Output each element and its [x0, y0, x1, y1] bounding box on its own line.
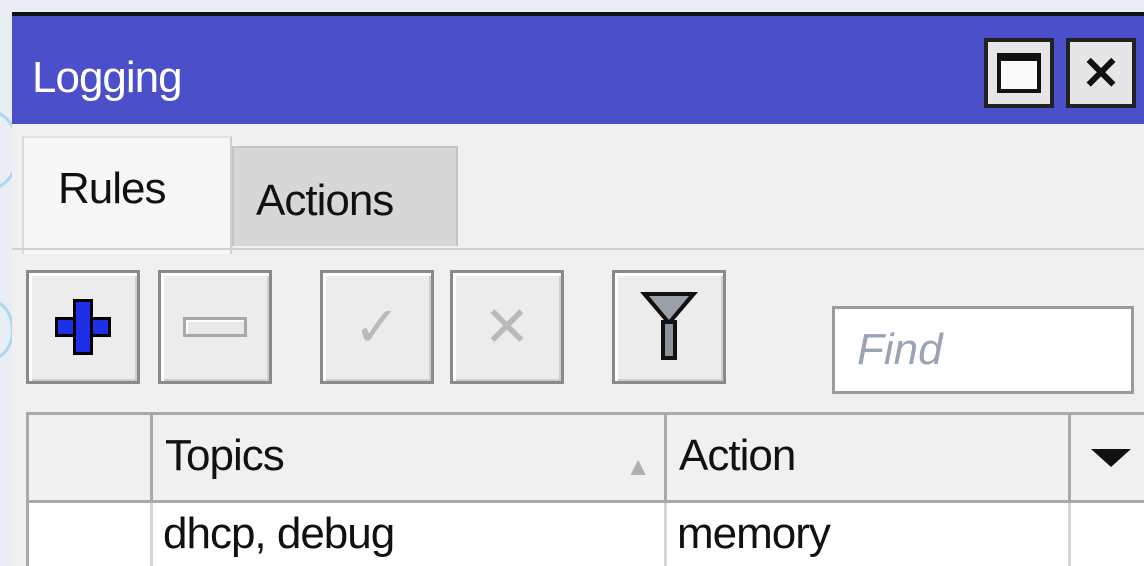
tab-bar: Rules Actions — [12, 124, 1144, 254]
logging-window: Logging ✕ Rules Actions ✓ ✕ Find Topics … — [12, 12, 1144, 566]
title-bar[interactable]: Logging ✕ — [12, 16, 1144, 124]
funnel-icon — [640, 292, 698, 362]
plus-icon — [55, 299, 111, 355]
column-menu-button[interactable] — [1071, 415, 1144, 500]
column-header-select[interactable] — [29, 415, 153, 500]
row-action-cell: memory — [667, 503, 1071, 566]
find-input[interactable] — [832, 306, 1134, 394]
disable-button[interactable]: ✕ — [450, 270, 564, 384]
add-button[interactable] — [26, 270, 140, 384]
remove-button[interactable] — [158, 270, 272, 384]
maximize-button[interactable] — [984, 38, 1054, 108]
minus-icon — [183, 317, 247, 337]
row-select-cell[interactable] — [29, 503, 153, 566]
row-topics-cell: dhcp, debug — [153, 503, 667, 566]
dropdown-arrow-icon — [1091, 449, 1131, 467]
column-header-topics[interactable]: Topics ▲ — [153, 415, 667, 500]
tab-actions-label: Actions — [256, 176, 394, 225]
row-extra-cell — [1071, 503, 1144, 566]
column-header-action[interactable]: Action — [667, 415, 1071, 500]
check-icon: ✓ — [353, 295, 401, 358]
cross-icon: ✕ — [483, 295, 531, 358]
close-icon: ✕ — [1081, 47, 1121, 99]
sort-ascending-icon: ▲ — [625, 451, 651, 481]
column-header-topics-label: Topics — [165, 431, 285, 480]
rules-table: Topics ▲ Action dhcp, debug memory — [26, 412, 1144, 566]
close-button[interactable]: ✕ — [1066, 38, 1136, 108]
enable-button[interactable]: ✓ — [320, 270, 434, 384]
tab-rules-label: Rules — [58, 164, 166, 213]
table-row[interactable]: dhcp, debug memory — [29, 503, 1144, 566]
tab-actions[interactable]: Actions — [232, 146, 458, 246]
filter-button[interactable] — [612, 270, 726, 384]
maximize-icon — [997, 53, 1041, 93]
window-title: Logging — [32, 53, 183, 102]
table-header: Topics ▲ Action — [29, 415, 1144, 503]
tab-rules[interactable]: Rules — [22, 136, 232, 254]
column-header-action-label: Action — [679, 431, 796, 480]
